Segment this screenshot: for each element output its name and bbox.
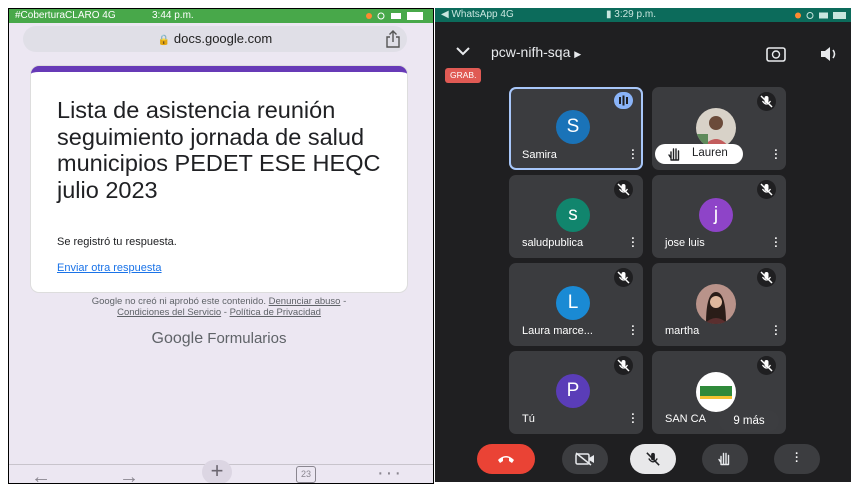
speaking-indicator-icon [614,92,633,109]
more-options-icon[interactable]: ··· [377,462,403,483]
speaker-icon[interactable] [819,45,839,63]
status-left-label: ◀ WhatsApp 4G [441,9,514,20]
participant-name: Tú [522,413,535,425]
plus-icon: + [210,458,224,483]
more-vert-icon[interactable]: · · · [631,322,635,341]
camera-toggle-button[interactable] [562,444,608,474]
participant-tile-you[interactable]: P Tú · · · [509,351,643,434]
more-options-button[interactable]: · · · [774,444,820,474]
address-bar[interactable]: 🔒 docs.google.com [23,26,407,52]
raise-hand-button[interactable] [702,444,748,474]
participant-tile-jose-luis[interactable]: j jose luis · · · [652,175,786,258]
status-bar: ◀ WhatsApp 4G ▮ 3:29 p.m. [435,8,851,22]
caret-right-icon: ▶ [574,49,582,59]
avatar: P [556,374,590,408]
mic-off-icon [614,180,633,199]
more-vert-icon[interactable]: · · · [631,234,635,253]
participant-tile-saludpublica[interactable]: s saludpublica · · · [509,175,643,258]
mic-toggle-button[interactable] [630,444,676,474]
url-text: 🔒 docs.google.com [157,31,273,46]
participant-name: saludpublica [522,237,584,249]
meeting-code[interactable]: pcw-nifh-sqa ▶ [491,44,581,60]
form-confirmation-card: Lista de asistencia reunión seguimiento … [31,66,407,292]
terms-link[interactable]: Condiciones del Servicio [117,307,221,318]
confirmation-message: Se registró tu respuesta. [57,236,177,248]
report-abuse-link[interactable]: Denunciar abuso [269,296,341,307]
status-icons [366,12,423,20]
submit-another-response-link[interactable]: Enviar otra respuesta [57,262,162,274]
participant-name: SAN CA [665,413,706,425]
more-vert-icon[interactable]: · · · [774,146,778,165]
mic-off-icon [614,268,633,287]
participant-tile-samira[interactable]: S Samira · · · [509,87,643,170]
hand-raised-badge: Lauren [655,144,743,164]
end-call-button[interactable] [477,444,535,474]
avatar-photo [696,284,736,324]
avatar-logo [696,372,736,412]
participant-name: Laura marce... [522,325,593,337]
mic-off-icon [757,268,776,287]
avatar: S [556,110,590,144]
more-vert-icon[interactable]: · · · [631,410,635,429]
back-arrow-icon[interactable]: ← [31,466,51,483]
mic-off-icon [757,356,776,375]
share-icon[interactable] [383,30,403,48]
avatar-photo [696,108,736,148]
disclaimer: Google no creó ni aprobó este contenido.… [91,296,347,318]
participant-name: Samira [522,149,557,161]
raised-hand-icon [718,452,730,466]
more-vert-icon: · · · [795,448,799,468]
camera-switch-icon[interactable] [765,45,787,63]
carrier-label: #CoberturaCLARO 4G [15,10,116,21]
phone-hangup-icon [498,456,514,463]
clock: ▮ 3:29 p.m. [606,9,656,20]
chevron-down-icon[interactable] [455,45,471,57]
camera-off-icon [575,452,594,466]
recording-badge: GRAB. [445,68,482,83]
participant-name: Lauren [692,147,728,159]
more-vert-icon[interactable]: · · · [774,234,778,253]
google-forms-logo: Google Formularios [151,330,287,347]
mic-off-icon [757,180,776,199]
mic-off-icon [646,452,660,466]
privacy-link[interactable]: Política de Privacidad [230,307,321,318]
new-tab-button[interactable]: + [202,458,232,483]
participant-tile-laura[interactable]: L Laura marce... · · · [509,263,643,346]
participant-tile-lauren[interactable]: Lauren · · · [652,87,786,170]
avatar: L [556,286,590,320]
avatar: s [556,198,590,232]
form-title: Lista de asistencia reunión seguimiento … [57,97,381,203]
avatar: j [699,198,733,232]
mic-off-icon [757,92,776,111]
status-bar: #CoberturaCLARO 4G 3:44 p.m. [9,9,433,23]
more-vert-icon[interactable]: · · · [774,322,778,341]
mic-off-icon [614,356,633,375]
participant-name: martha [665,325,700,337]
browser-phone-screen: #CoberturaCLARO 4G 3:44 p.m. 🔒 docs.goog… [8,8,434,484]
lock-icon: 🔒 [157,35,171,46]
more-vert-icon[interactable]: · · · [631,146,635,165]
raised-hand-icon [668,148,680,161]
more-participants-badge[interactable]: 9 más [719,410,779,432]
participant-name: jose luis [665,237,705,249]
clock: 3:44 p.m. [152,10,194,21]
meet-phone-screen: ◀ WhatsApp 4G ▮ 3:29 p.m. pcw-nifh-sqa ▶… [435,8,851,482]
participant-tile-martha[interactable]: martha · · · [652,263,786,346]
status-icons [795,12,846,19]
tab-switcher-button[interactable]: 23 [296,466,316,483]
forward-arrow-icon[interactable]: → [119,466,139,483]
